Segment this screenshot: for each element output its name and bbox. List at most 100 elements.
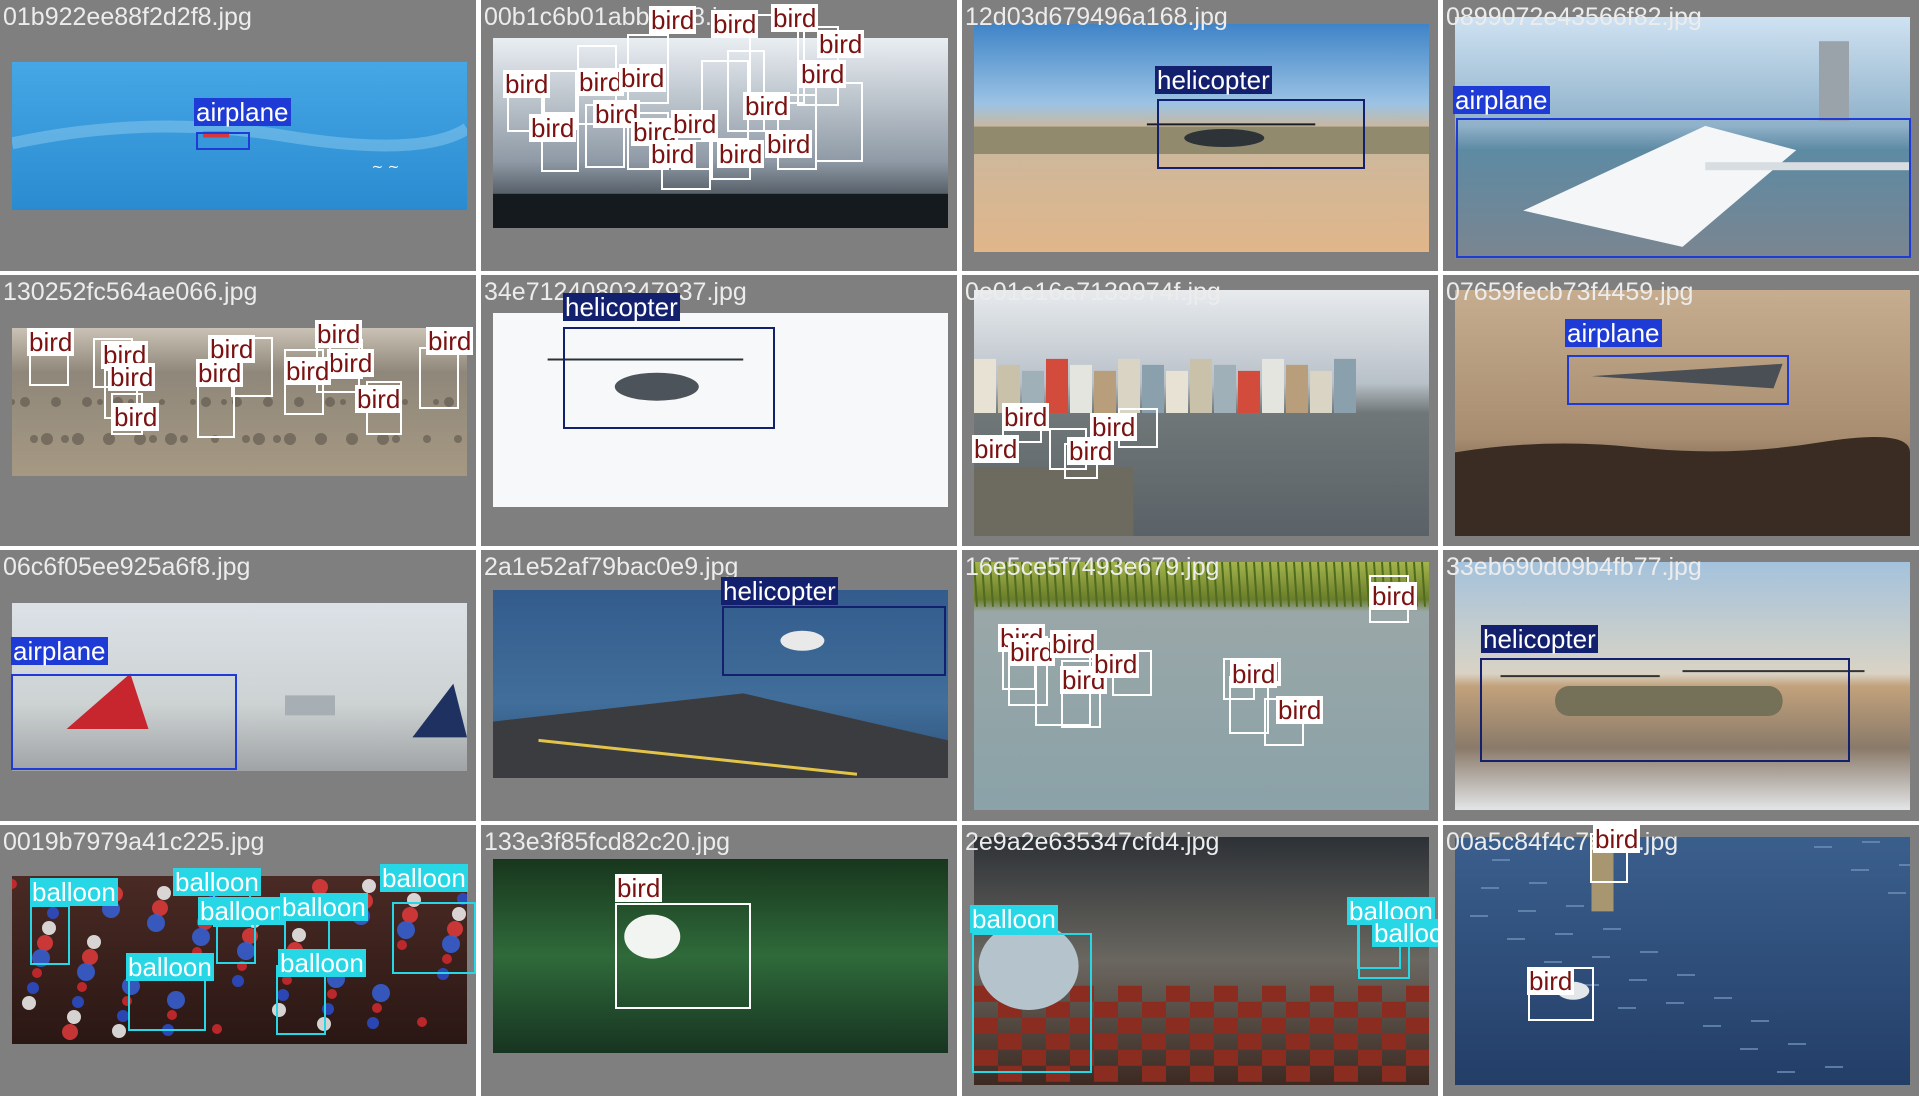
bounding-box — [11, 674, 237, 770]
detection-label: bird — [717, 139, 765, 169]
grid-cell: 07659fecb73f4459.jpg airplane — [1443, 275, 1919, 546]
detection-label: bird — [771, 3, 819, 33]
detection-label: bird — [1527, 966, 1575, 996]
detection-label: bird — [426, 326, 474, 356]
grid-cell: 12d03d679496a168.jpg helicopter — [962, 0, 1438, 271]
grid-cell: 130252fc564ae066.jpg bird bird bird bird bird… — [0, 275, 476, 546]
filename-label: 0899072e43566f82.jpg — [1446, 3, 1702, 31]
grid-cell: 0e01e16a7139974f.jpg bird bird bird bird — [962, 275, 1438, 546]
detection-label: bird — [1008, 637, 1056, 667]
bounding-box — [392, 902, 476, 974]
detection-label: airplane — [11, 636, 108, 666]
detection-label: balloon — [280, 892, 368, 922]
grid-cell: 34e7124080347937.jpg helicopter — [481, 275, 957, 546]
detection-label: bird — [671, 109, 719, 139]
detection-label: balloon — [198, 896, 286, 926]
detection-label: airplane — [194, 97, 291, 127]
filename-label: 0019b7979a41c225.jpg — [3, 828, 265, 856]
bounding-box — [1157, 99, 1365, 169]
filename-label: 06c6f05ee925a6f8.jpg — [3, 553, 251, 581]
detection-label: bird — [284, 356, 332, 386]
detection-label: bird — [1230, 659, 1278, 689]
detection-label: bird — [529, 113, 577, 143]
detection-label: helicopter — [721, 576, 838, 606]
detection-label: balloon — [126, 952, 214, 982]
detection-label: bird — [817, 29, 865, 59]
detection-label: bird — [108, 362, 156, 392]
detection-label: bird — [355, 384, 403, 414]
detection-label: balloon — [30, 877, 118, 907]
detection-label: bird — [503, 69, 551, 99]
detection-label: bird — [27, 327, 75, 357]
detection-label: bird — [1276, 695, 1324, 725]
filename-label: 130252fc564ae066.jpg — [3, 278, 258, 306]
detection-label: bird — [1092, 649, 1140, 679]
grid-cell: 2e9a2e635347cfd4.jpg balloon balloon balloo… — [962, 825, 1438, 1096]
detection-label: bird — [799, 59, 847, 89]
detection-label: balloon — [970, 904, 1058, 934]
filename-label: 16e5ce5f7493e679.jpg — [965, 553, 1220, 581]
bounding-box — [1456, 118, 1911, 258]
bounding-box — [722, 606, 946, 676]
detection-label: airplane — [1565, 318, 1662, 348]
grid-cell: 00a5c84f4c7af3d.jpg bird bird — [1443, 825, 1919, 1096]
detection-mosaic-grid: ~ ~ 01b922ee88f2d2f8.jpg airplane 00b1c6b01… — [0, 0, 1920, 1100]
detection-label: bird — [112, 402, 160, 432]
detection-label: helicopter — [563, 292, 680, 322]
detection-label: bird — [327, 348, 375, 378]
detection-label: bird — [208, 334, 256, 364]
filename-label: 12d03d679496a168.jpg — [965, 3, 1228, 31]
detection-label: bird — [649, 5, 697, 35]
detection-label: helicopter — [1481, 624, 1598, 654]
detection-label: balloon — [1372, 919, 1438, 947]
bounding-box — [30, 905, 70, 965]
grid-cell: 00b1c6b01abb2be8.jpg bird bird bird bird bird… — [481, 0, 957, 271]
bounding-box — [196, 132, 250, 150]
detection-label: bird — [1002, 402, 1050, 432]
filename-label: 2a1e52af79bac0e9.jpg — [484, 553, 739, 581]
grid-cell: 33eb690d09b4fb77.jpg helicopter — [1443, 550, 1919, 821]
detection-label: bird — [1370, 581, 1418, 611]
detection-label: bird — [649, 139, 697, 169]
bounding-box — [563, 327, 775, 429]
filename-label: 00a5c84f4c7af3d.jpg — [1446, 828, 1679, 856]
detection-label: bird — [711, 9, 759, 39]
detection-label: bird — [743, 91, 791, 121]
grid-cell: 16e5ce5f7493e679.jpg bird bird bird bird bird… — [962, 550, 1438, 821]
filename-label: 2e9a2e635347cfd4.jpg — [965, 828, 1220, 856]
filename-label: 00b1c6b01abb2be8.jpg — [484, 3, 746, 31]
thumbnail-image — [1455, 837, 1910, 1085]
detection-label: airplane — [1453, 85, 1550, 115]
bounding-box — [1480, 658, 1850, 762]
grid-cell: 133e3f85fcd82c20.jpg bird — [481, 825, 957, 1096]
grid-cell: 0899072e43566f82.jpg airplane — [1443, 0, 1919, 271]
detection-label: balloon — [173, 867, 261, 897]
bounding-box — [815, 82, 863, 162]
bounding-box — [419, 347, 459, 409]
detection-label: bird — [765, 129, 813, 159]
grid-cell: 2a1e52af79bac0e9.jpg helicopter — [481, 550, 957, 821]
detection-label: balloon — [278, 948, 366, 978]
detection-label: bird — [1090, 412, 1138, 442]
detection-label: bird — [315, 319, 363, 349]
svg-text:~ ~: ~ ~ — [371, 160, 399, 176]
detection-label: helicopter — [1155, 65, 1272, 95]
detection-label: balloon — [380, 863, 468, 893]
grid-cell: 0019b7979a41c225.jpg balloon balloon balloo… — [0, 825, 476, 1096]
detection-label: bird — [615, 873, 663, 903]
filename-label: 07659fecb73f4459.jpg — [1446, 278, 1694, 306]
thumbnail-image — [1455, 290, 1910, 536]
detection-label: bird — [1593, 825, 1641, 854]
bounding-box — [615, 903, 751, 1009]
filename-label: 33eb690d09b4fb77.jpg — [1446, 553, 1702, 581]
detection-label: bird — [619, 63, 667, 93]
filename-label: 0e01e16a7139974f.jpg — [965, 278, 1221, 306]
filename-label: 133e3f85fcd82c20.jpg — [484, 828, 731, 856]
grid-cell: 06c6f05ee925a6f8.jpg airplane — [0, 550, 476, 821]
bounding-box — [1567, 355, 1789, 405]
bounding-box — [972, 933, 1092, 1073]
detection-label: bird — [1050, 629, 1098, 659]
grid-cell: ~ ~ 01b922ee88f2d2f8.jpg airplane — [0, 0, 476, 271]
detection-label: bird — [577, 67, 625, 97]
detection-label: bird — [972, 434, 1020, 464]
